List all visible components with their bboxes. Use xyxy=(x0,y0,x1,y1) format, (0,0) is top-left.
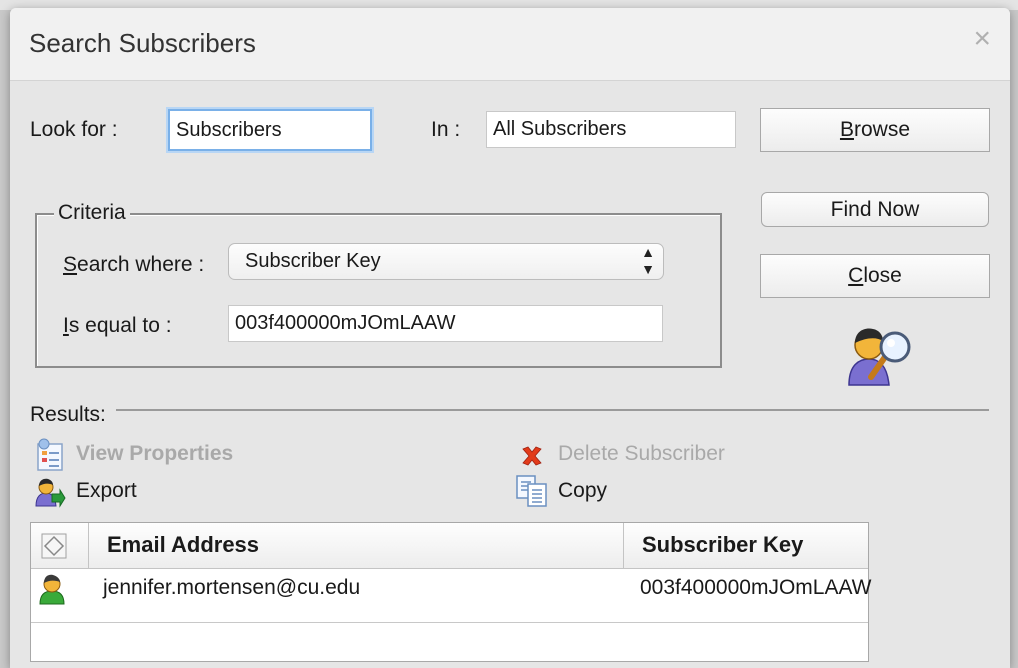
criteria-group xyxy=(35,213,722,368)
cell-subscriber-key: 003f400000mJOmLAAW xyxy=(640,576,872,599)
search-where-select[interactable]: Subscriber Key ▲ ▼ xyxy=(228,243,664,280)
column-separator xyxy=(88,523,89,568)
subscriber-person-icon xyxy=(37,573,67,605)
search-where-label: Search where : xyxy=(63,253,204,277)
criteria-legend: Criteria xyxy=(54,201,130,225)
is-equal-label: Is equal to : xyxy=(63,314,172,338)
row-divider xyxy=(31,622,868,623)
results-label: Results: xyxy=(30,403,106,426)
table-header: Email Address Subscriber Key xyxy=(31,523,868,569)
find-now-button[interactable]: Find Now xyxy=(761,192,989,227)
in-field[interactable]: All Subscribers xyxy=(486,111,736,148)
is-equal-label-text: s equal to : xyxy=(68,314,172,337)
cell-email: jennifer.mortensen@cu.edu xyxy=(103,576,361,599)
browse-label: rowse xyxy=(853,118,911,141)
delete-subscriber-action[interactable]: Delete Subscriber xyxy=(558,442,725,466)
is-equal-field[interactable]: 003f400000mJOmLAAW xyxy=(228,305,663,342)
search-where-label-text: earch where : xyxy=(77,253,205,276)
export-icon xyxy=(34,476,66,508)
close-mnemonic: C xyxy=(848,264,864,287)
search-where-mnemonic: S xyxy=(63,253,78,276)
column-header-subscriber-key[interactable]: Subscriber Key xyxy=(642,532,803,558)
in-label: In : xyxy=(431,118,461,141)
search-person-icon xyxy=(841,321,913,387)
column-separator xyxy=(623,523,624,568)
search-where-value: Subscriber Key xyxy=(245,250,381,272)
browse-mnemonic: B xyxy=(839,118,854,141)
properties-icon xyxy=(34,438,66,472)
dialog-titlebar: Search Subscribers × xyxy=(10,8,1010,81)
copy-action[interactable]: Copy xyxy=(558,479,607,503)
close-label: lose xyxy=(863,264,902,287)
look-for-label: Look for : xyxy=(30,118,118,141)
close-button[interactable]: Close xyxy=(760,254,990,298)
select-all-icon[interactable] xyxy=(41,533,67,559)
export-action[interactable]: Export xyxy=(76,479,137,503)
results-table: Email Address Subscriber Key jennifer.mo… xyxy=(30,522,872,662)
column-header-email[interactable]: Email Address xyxy=(107,532,259,558)
delete-x-icon xyxy=(520,444,544,468)
look-for-field[interactable]: Subscribers xyxy=(168,109,372,151)
close-icon[interactable]: × xyxy=(973,24,991,54)
results-divider xyxy=(116,409,989,411)
copy-icon xyxy=(515,474,549,508)
browse-button[interactable]: Browse xyxy=(760,108,990,152)
view-properties-action[interactable]: View Properties xyxy=(76,442,233,466)
select-arrows-icon: ▲ ▼ xyxy=(641,244,655,277)
search-subscribers-dialog: Search Subscribers × Look for : Subscrib… xyxy=(10,8,1010,668)
dialog-title: Search Subscribers xyxy=(29,28,256,58)
